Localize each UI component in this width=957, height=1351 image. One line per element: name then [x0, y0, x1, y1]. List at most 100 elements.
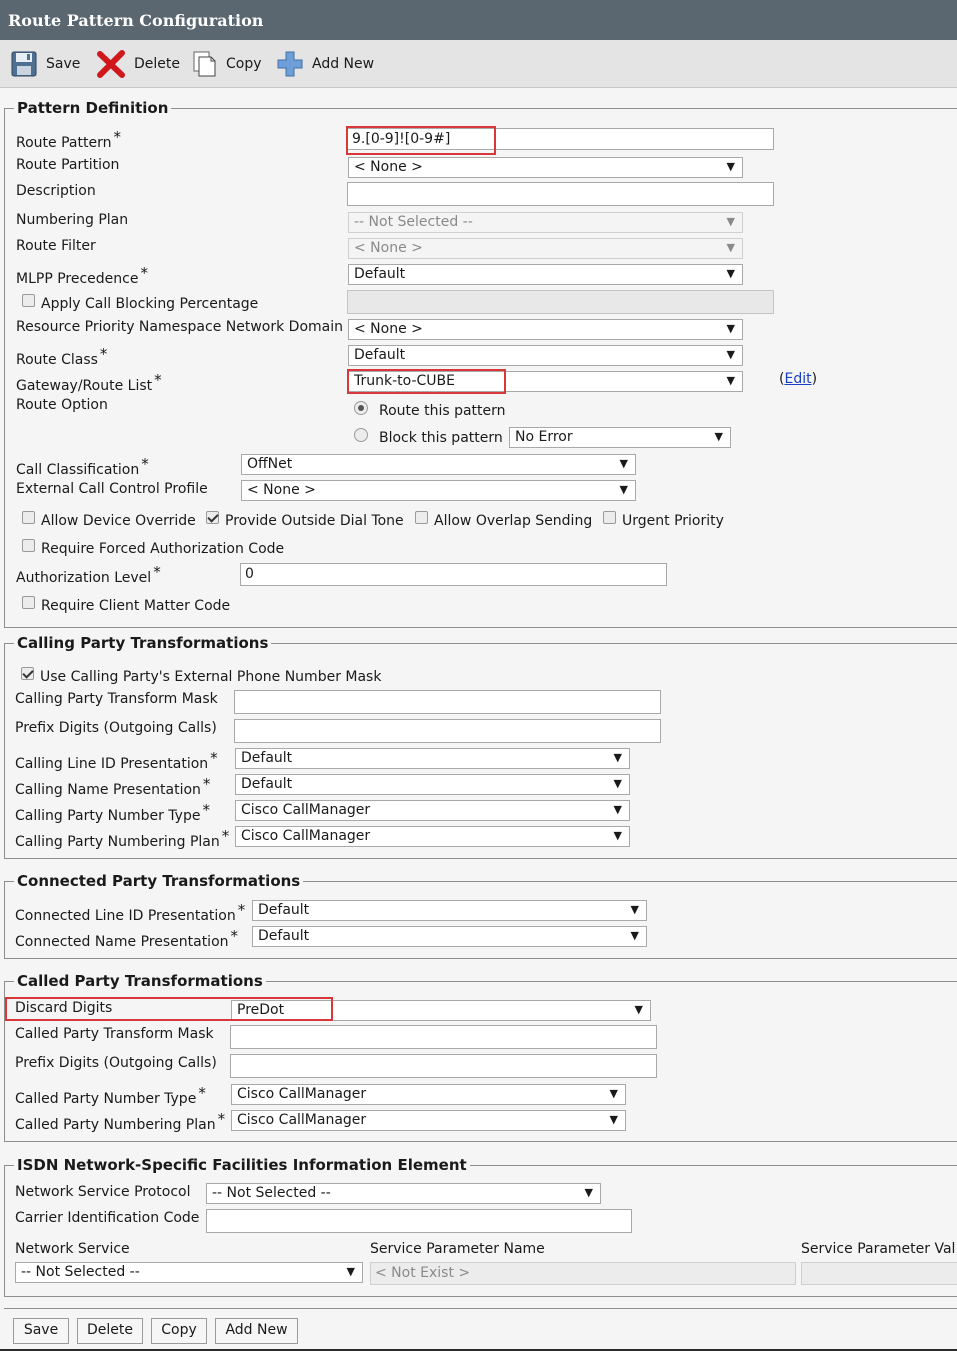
network-service-label: Network Service: [15, 1241, 130, 1257]
connected-name-presentation-label: Connected Name Presentation *: [15, 927, 239, 950]
chevron-down-icon: ▼: [726, 267, 735, 280]
require-forced-auth-label: Require Forced Authorization Code: [41, 541, 285, 557]
highlight-box: [5, 997, 333, 1021]
called-prefix-digits-label: Prefix Digits (Outgoing Calls): [15, 1055, 217, 1071]
resource-priority-select[interactable]: < None > ▼: [348, 319, 743, 340]
bottom-add-new-button[interactable]: Add New: [215, 1318, 298, 1344]
section-legend: Pattern Definition: [14, 100, 172, 117]
calling-line-id-select[interactable]: Default ▼: [235, 748, 630, 769]
chevron-down-icon: ▼: [714, 430, 723, 443]
service-param-value-label: Service Parameter Val: [801, 1241, 956, 1257]
toolbar-copy-button[interactable]: Copy: [192, 50, 262, 78]
mlpp-precedence-select[interactable]: Default ▼: [348, 264, 743, 285]
block-this-pattern-label: Block this pattern: [379, 430, 503, 446]
calling-prefix-digits-input[interactable]: [234, 719, 661, 743]
called-transform-mask-input[interactable]: [230, 1025, 657, 1049]
require-forced-auth-checkbox[interactable]: [22, 539, 35, 552]
description-label: Description: [16, 183, 96, 199]
allow-overlap-sending-label: Allow Overlap Sending: [434, 513, 593, 529]
connected-line-id-select[interactable]: Default ▼: [252, 900, 647, 921]
apply-call-blocking-checkbox[interactable]: [22, 294, 35, 307]
route-partition-select[interactable]: < None > ▼: [348, 157, 743, 178]
bottom-copy-button[interactable]: Copy: [151, 1318, 207, 1344]
calling-name-presentation-select[interactable]: Default ▼: [235, 774, 630, 795]
provide-outside-dial-tone-checkbox[interactable]: [206, 511, 219, 524]
connected-line-id-label: Connected Line ID Presentation *: [15, 901, 246, 924]
connected-name-presentation-select[interactable]: Default ▼: [252, 926, 647, 947]
bottom-save-button[interactable]: Save: [13, 1318, 69, 1344]
chevron-down-icon: ▼: [726, 374, 735, 387]
toolbar-copy-label: Copy: [226, 56, 262, 72]
carrier-id-code-input[interactable]: [206, 1209, 632, 1233]
calling-number-type-select[interactable]: Cisco CallManager ▼: [235, 800, 630, 821]
use-external-mask-label: Use Calling Party's External Phone Numbe…: [40, 669, 382, 685]
section-legend: Connected Party Transformations: [14, 873, 304, 890]
calling-line-id-label: Calling Line ID Presentation *: [15, 749, 218, 772]
chevron-down-icon: ▼: [346, 1265, 355, 1278]
route-class-label: Route Class *: [16, 345, 108, 368]
calling-prefix-digits-label: Prefix Digits (Outgoing Calls): [15, 720, 217, 736]
copy-icon: [193, 51, 216, 77]
chevron-down-icon: ▼: [609, 1087, 618, 1100]
toolbar-save-label: Save: [46, 56, 81, 72]
external-call-control-label: External Call Control Profile: [16, 481, 208, 497]
authorization-level-label: Authorization Level *: [16, 563, 161, 586]
called-prefix-digits-input[interactable]: [230, 1054, 657, 1078]
require-client-matter-checkbox[interactable]: [22, 596, 35, 609]
chevron-down-icon: ▼: [726, 160, 735, 173]
calling-transform-mask-input[interactable]: [234, 690, 661, 714]
block-this-pattern-radio[interactable]: [354, 428, 368, 442]
chevron-down-icon: ▼: [630, 929, 639, 942]
network-service-select[interactable]: -- Not Selected -- ▼: [15, 1262, 363, 1283]
chevron-down-icon: ▼: [613, 829, 622, 842]
use-external-mask-checkbox[interactable]: [21, 667, 34, 680]
numbering-plan-label: Numbering Plan: [16, 212, 129, 228]
called-number-type-select[interactable]: Cisco CallManager ▼: [231, 1084, 626, 1105]
delete-icon: [97, 50, 125, 78]
chevron-down-icon: ▼: [726, 215, 735, 228]
chevron-down-icon: ▼: [630, 903, 639, 916]
gateway-edit-link[interactable]: Edit: [784, 371, 811, 387]
save-icon: [11, 51, 37, 77]
urgent-priority-label: Urgent Priority: [622, 513, 724, 529]
call-classification-label: Call Classification *: [16, 455, 149, 478]
route-this-pattern-radio[interactable]: [354, 401, 368, 415]
gateway-route-list-label: Gateway/Route List *: [16, 371, 162, 394]
numbering-plan-select[interactable]: -- Not Selected -- ▼: [348, 212, 743, 233]
toolbar-add-new-button[interactable]: Add New: [276, 50, 374, 78]
allow-overlap-sending-checkbox[interactable]: [415, 511, 428, 524]
authorization-level-input[interactable]: 0: [240, 563, 667, 586]
network-service-protocol-select[interactable]: -- Not Selected -- ▼: [206, 1183, 601, 1204]
toolbar-delete-button[interactable]: Delete: [96, 50, 180, 78]
bottom-delete-button[interactable]: Delete: [77, 1318, 143, 1344]
apply-call-blocking-label: Apply Call Blocking Percentage: [41, 296, 259, 312]
route-class-select[interactable]: Default ▼: [348, 345, 743, 366]
called-numbering-plan-select[interactable]: Cisco CallManager ▼: [231, 1110, 626, 1131]
mlpp-precedence-label: MLPP Precedence *: [16, 264, 148, 287]
description-input[interactable]: [347, 182, 774, 206]
urgent-priority-checkbox[interactable]: [603, 511, 616, 524]
chevron-down-icon: ▼: [613, 777, 622, 790]
route-filter-label: Route Filter: [16, 238, 96, 254]
block-reason-select[interactable]: No Error ▼: [509, 427, 731, 448]
allow-device-override-checkbox[interactable]: [22, 511, 35, 524]
calling-numbering-plan-select[interactable]: Cisco CallManager ▼: [235, 826, 630, 847]
route-filter-select[interactable]: < None > ▼: [348, 238, 743, 259]
external-call-control-select[interactable]: < None > ▼: [241, 480, 636, 501]
service-param-value-input: [801, 1262, 957, 1285]
chevron-down-icon: ▼: [634, 1003, 643, 1016]
highlight-box: [346, 126, 496, 155]
chevron-down-icon: ▼: [613, 751, 622, 764]
add-icon: [277, 51, 303, 77]
call-classification-select[interactable]: OffNet ▼: [241, 454, 636, 475]
chevron-down-icon: ▼: [726, 348, 735, 361]
calling-transform-mask-label: Calling Party Transform Mask: [15, 691, 218, 707]
route-option-label: Route Option: [16, 397, 108, 413]
route-partition-label: Route Partition: [16, 157, 120, 173]
service-param-name-label: Service Parameter Name: [370, 1241, 545, 1257]
toolbar-save-button[interactable]: Save: [10, 50, 80, 78]
chevron-down-icon: ▼: [726, 322, 735, 335]
highlight-box: [347, 369, 506, 394]
calling-name-presentation-label: Calling Name Presentation *: [15, 775, 211, 798]
toolbar-delete-label: Delete: [134, 56, 180, 72]
